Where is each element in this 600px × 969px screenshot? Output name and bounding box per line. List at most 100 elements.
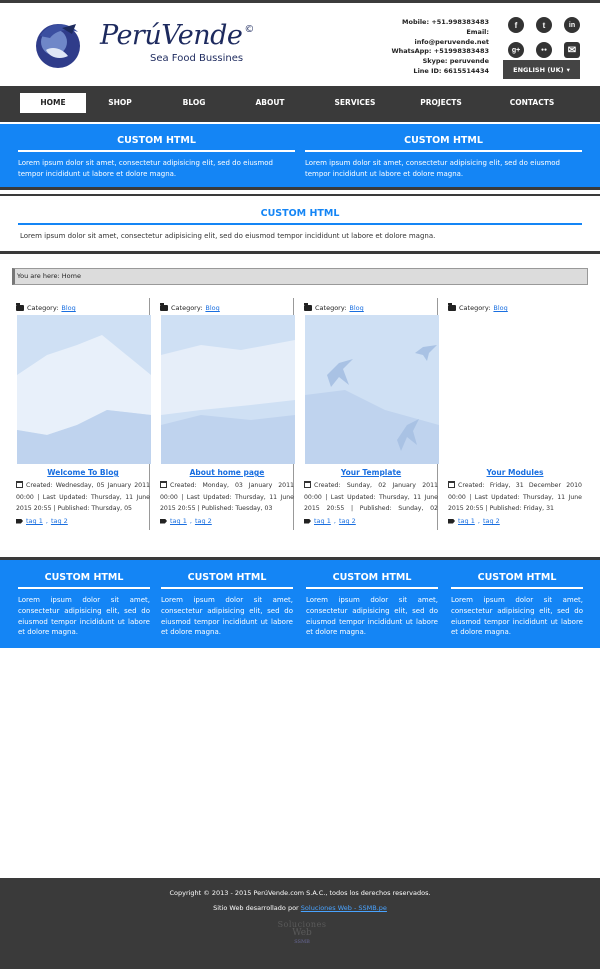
contact-email[interactable]: info@peruvende.net <box>391 38 490 48</box>
social-links: f t in g+ ●● ✉ <box>508 17 580 58</box>
contact-mobile: Mobile: +51.998383483 <box>402 18 489 26</box>
post-image[interactable] <box>305 315 439 464</box>
nav-projects[interactable]: PROJECTS <box>414 93 468 113</box>
custom-module: CUSTOM HTML Lorem ipsum dolor sit amet, … <box>451 572 583 638</box>
tag-icon <box>16 518 23 524</box>
brand-tagline: Sea Food Bussines <box>150 53 244 64</box>
post-category: Category: Blog <box>16 303 76 312</box>
custom-module: CUSTOM HTML Lorem ipsum dolor sit amet, … <box>18 572 150 638</box>
tumblr-icon[interactable]: t <box>536 17 552 33</box>
module-title: CUSTOM HTML <box>305 135 582 152</box>
post-meta: Created: Wednesday, 05 January 2011 00:0… <box>16 481 150 512</box>
module-text: Lorem ipsum dolor sit amet, consectetur … <box>161 596 293 637</box>
tag-link[interactable]: tag 2 <box>195 517 212 525</box>
tag-link[interactable]: tag 1 <box>170 517 187 525</box>
folder-icon <box>16 303 24 311</box>
category-link[interactable]: Blog <box>205 304 219 312</box>
post-tags: tag 1, tag 2 <box>16 517 68 525</box>
contact-info: Mobile: +51.998383483 Email: info@peruve… <box>391 18 489 77</box>
custom-module: CUSTOM HTML Lorem ipsum dolor sit amet, … <box>161 572 293 638</box>
google-plus-icon[interactable]: g+ <box>508 42 524 58</box>
hills-image <box>161 315 295 464</box>
facebook-icon[interactable]: f <box>508 17 524 33</box>
tag-icon <box>160 518 167 524</box>
main-nav: HOME SHOP BLOG ABOUT SERVICES PROJECTS C… <box>0 86 600 122</box>
module-title: CUSTOM HTML <box>306 572 438 589</box>
footer-copyright: Copyright © 2013 - 2015 PerúVende.com S.… <box>169 889 431 897</box>
custom-module: CUSTOM HTML Lorem ipsum dolor sit amet, … <box>305 135 582 179</box>
nav-contacts[interactable]: CONTACTS <box>504 93 560 113</box>
nav-about[interactable]: ABOUT <box>249 93 291 113</box>
module-title: CUSTOM HTML <box>18 208 582 225</box>
logo-globe-icon[interactable] <box>32 18 84 70</box>
module-title: CUSTOM HTML <box>18 572 150 589</box>
blog-post: Category: Blog About home page Created: M… <box>156 298 295 530</box>
calendar-icon <box>304 481 311 488</box>
tag-link[interactable]: tag 2 <box>339 517 356 525</box>
tag-link[interactable]: tag 2 <box>51 517 68 525</box>
folder-icon <box>448 303 456 311</box>
nav-shop[interactable]: SHOP <box>100 93 140 113</box>
post-tags: tag 1, tag 2 <box>160 517 212 525</box>
contact-skype: Skype: peruvende <box>422 57 489 66</box>
brand-name[interactable]: PerúVende © <box>100 21 254 57</box>
category-link[interactable]: Blog <box>61 304 75 312</box>
post-title[interactable]: Welcome To Blog <box>16 468 150 477</box>
calendar-icon <box>448 481 455 488</box>
nav-services[interactable]: SERVICES <box>328 93 382 113</box>
language-selector[interactable]: ENGLISH (UK) ▾ <box>503 60 580 79</box>
post-tags: tag 1, tag 2 <box>448 517 500 525</box>
module-title: CUSTOM HTML <box>451 572 583 589</box>
post-title[interactable]: About home page <box>160 468 294 477</box>
contact-email-label: Email: <box>466 27 489 36</box>
linkedin-icon[interactable]: in <box>564 17 580 33</box>
post-meta: Created: Friday, 31 December 2010 00:00 … <box>448 481 582 512</box>
post-meta: Created: Sunday, 02 January 2011 00:00 |… <box>304 481 438 512</box>
tag-link[interactable]: tag 1 <box>458 517 475 525</box>
nav-home[interactable]: HOME <box>20 93 86 113</box>
email-icon[interactable]: ✉ <box>564 42 580 58</box>
caret-down-icon: ▾ <box>566 65 570 74</box>
folder-icon <box>160 303 168 311</box>
module-title: CUSTOM HTML <box>18 135 295 152</box>
site-header: PerúVende © Sea Food Bussines Mobile: +51… <box>0 3 600 85</box>
module-text: Lorem ipsum dolor sit amet, consectetur … <box>18 159 273 178</box>
module-text: Lorem ipsum dolor sit amet, consectetur … <box>305 159 560 178</box>
brand: PerúVende © Sea Food Bussines <box>100 21 254 65</box>
tag-icon <box>304 518 311 524</box>
flickr-icon[interactable]: ●● <box>536 42 552 58</box>
developer-logo[interactable]: Soluciones Web SSMB <box>274 920 330 947</box>
post-tags: tag 1, tag 2 <box>304 517 356 525</box>
tag-link[interactable]: tag 1 <box>314 517 331 525</box>
breadcrumb: You are here: Home <box>12 268 588 285</box>
tag-icon <box>448 518 455 524</box>
post-image[interactable] <box>17 315 151 464</box>
module-text: Lorem ipsum dolor sit amet, consectetur … <box>451 596 583 637</box>
blog-post: Category: Blog Welcome To Blog Created: W… <box>12 298 151 530</box>
post-category: Category: Blog <box>160 303 220 312</box>
tag-link[interactable]: tag 2 <box>483 517 500 525</box>
calendar-icon <box>16 481 23 488</box>
category-link[interactable]: Blog <box>349 304 363 312</box>
blog-post: Category: Blog Your Modules Created: Frid… <box>444 298 582 530</box>
post-image[interactable] <box>161 315 295 464</box>
post-title[interactable]: Your Modules <box>448 468 582 477</box>
site-footer: Copyright © 2013 - 2015 PerúVende.com S.… <box>0 878 600 969</box>
post-category: Category: Blog <box>304 303 364 312</box>
wide-module: CUSTOM HTML Lorem ipsum dolor sit amet, … <box>0 194 600 254</box>
custom-module: CUSTOM HTML Lorem ipsum dolor sit amet, … <box>306 572 438 638</box>
footer-credit: Sitio Web desarrollado por Soluciones We… <box>213 904 387 912</box>
tag-link[interactable]: tag 1 <box>26 517 43 525</box>
bottom-modules: CUSTOM HTML Lorem ipsum dolor sit amet, … <box>0 557 600 648</box>
blog-post: Category: Blog Your Template Created: Sun… <box>300 298 439 530</box>
calendar-icon <box>160 481 167 488</box>
module-text: Lorem ipsum dolor sit amet, consectetur … <box>18 596 150 637</box>
category-link[interactable]: Blog <box>493 304 507 312</box>
custom-module: CUSTOM HTML Lorem ipsum dolor sit amet, … <box>18 135 295 179</box>
developer-link[interactable]: Soluciones Web - SSMB.pe <box>301 904 387 912</box>
module-text: Lorem ipsum dolor sit amet, consectetur … <box>306 596 438 637</box>
post-title[interactable]: Your Template <box>304 468 438 477</box>
nav-blog[interactable]: BLOG <box>174 93 214 113</box>
language-label: ENGLISH (UK) <box>513 65 564 74</box>
module-text: Lorem ipsum dolor sit amet, consectetur … <box>20 232 436 240</box>
